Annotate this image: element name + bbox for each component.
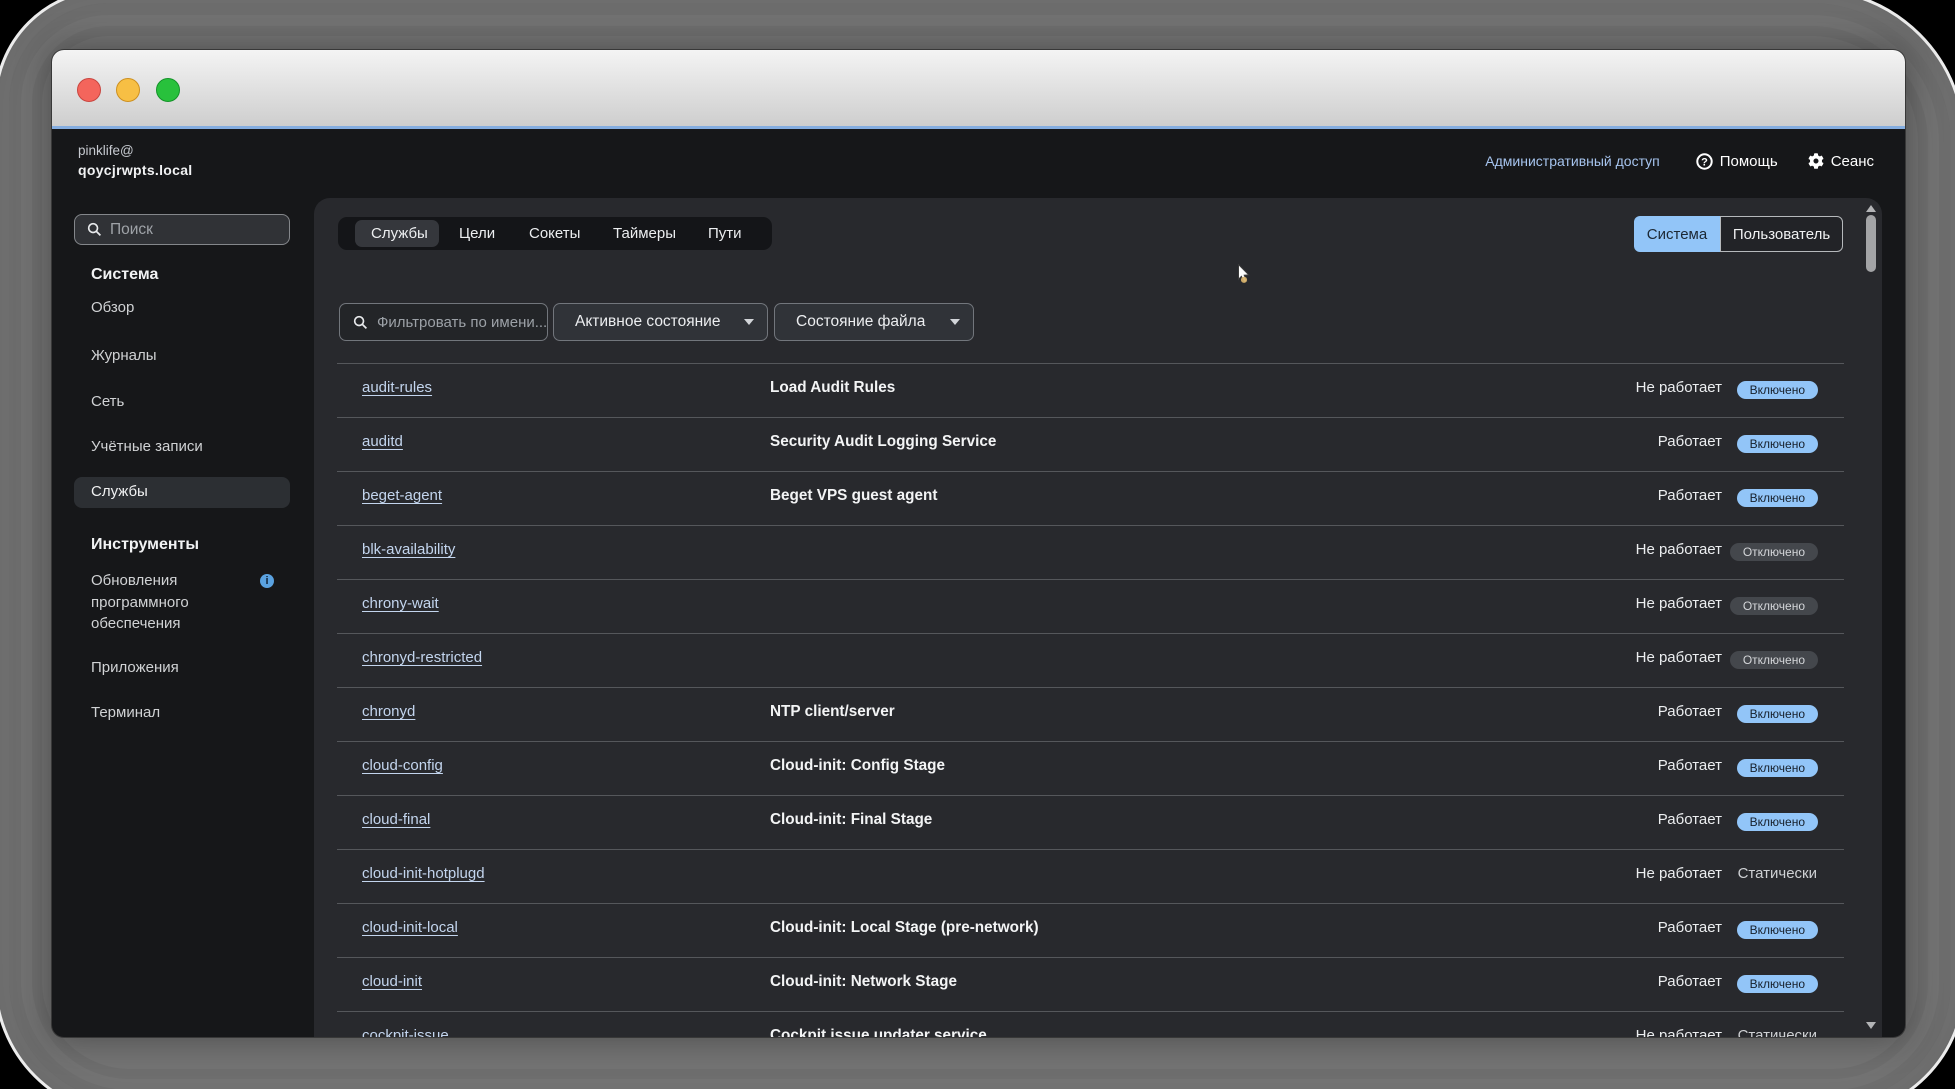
svg-text:?: ? xyxy=(1701,156,1708,168)
